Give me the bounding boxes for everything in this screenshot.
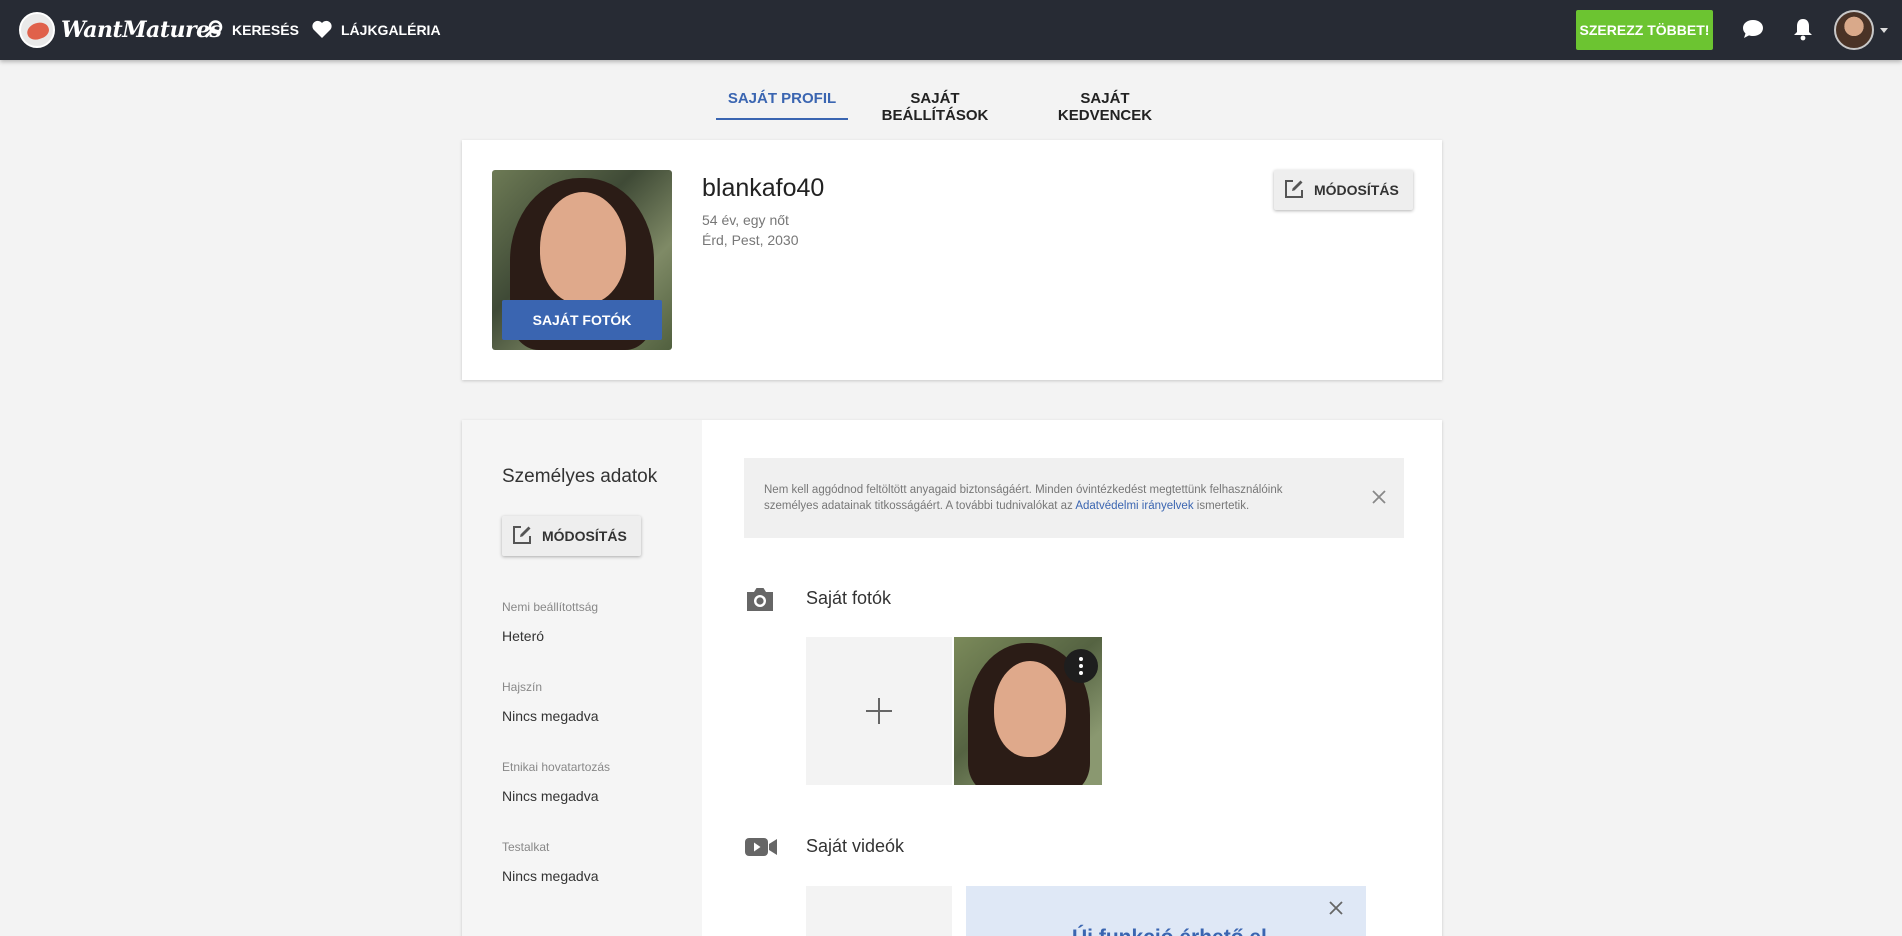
privacy-policy-link[interactable]: Adatvédelmi irányelvek bbox=[1075, 500, 1193, 512]
nav-like-gallery-label: LÁJKGALÉRIA bbox=[341, 22, 441, 38]
nav-search-label: KERESÉS bbox=[232, 22, 299, 38]
logo-mark-icon bbox=[19, 12, 55, 48]
profile-photo[interactable]: SAJÁT FOTÓK bbox=[492, 170, 672, 350]
new-feature-promo-text: Új funkció érhető el bbox=[1072, 926, 1267, 936]
bell-icon[interactable] bbox=[1790, 16, 1816, 42]
field-label-ethnicity: Etnikai hovatartozás bbox=[502, 760, 611, 774]
field-label-orientation: Nemi beállítottság bbox=[502, 600, 599, 614]
edit-personal-data-button[interactable]: MÓDOSÍTÁS bbox=[502, 516, 641, 556]
logo-text: WantMatures bbox=[61, 17, 222, 43]
edit-icon bbox=[1284, 179, 1304, 202]
tab-my-settings[interactable]: SAJÁT BEÁLLÍTÁSOK bbox=[862, 90, 1008, 124]
profile-card: SAJÁT FOTÓK blankafo40 54 év, egy nőt Ér… bbox=[462, 140, 1442, 380]
personal-data-sidebar: Személyes adatok MÓDOSÍTÁS Nemi beállíto… bbox=[462, 420, 702, 936]
get-more-button[interactable]: SZEREZZ TÖBBET! bbox=[1576, 10, 1713, 50]
profile-age-seeking: 54 év, egy nőt bbox=[702, 212, 789, 228]
plus-icon bbox=[866, 698, 892, 724]
site-logo[interactable]: WantMatures bbox=[19, 12, 222, 48]
add-photo-tile[interactable] bbox=[806, 637, 952, 785]
add-video-tile[interactable] bbox=[806, 886, 952, 936]
edit-icon bbox=[512, 525, 532, 548]
privacy-notice: Nem kell aggódnod feltöltött anyagaid bi… bbox=[744, 458, 1404, 538]
edit-profile-label: MÓDOSÍTÁS bbox=[1314, 182, 1399, 198]
close-icon[interactable] bbox=[1368, 486, 1390, 508]
heart-icon bbox=[311, 19, 333, 42]
my-photos-section-title: Saját fotók bbox=[806, 588, 892, 608]
user-avatar[interactable] bbox=[1834, 10, 1874, 50]
personal-data-title: Személyes adatok bbox=[502, 466, 658, 487]
new-feature-promo: Új funkció érhető el bbox=[966, 886, 1366, 936]
camera-icon bbox=[744, 585, 776, 613]
chevron-down-icon[interactable] bbox=[1880, 28, 1888, 33]
close-icon[interactable] bbox=[1328, 900, 1348, 920]
photo-menu-icon[interactable] bbox=[1064, 649, 1098, 683]
video-camera-icon bbox=[744, 834, 777, 862]
field-value-hair-color: Nincs megadva bbox=[502, 708, 599, 724]
nav-search-link[interactable]: KERESÉS bbox=[204, 19, 299, 41]
profile-username: blankafo40 bbox=[702, 174, 825, 202]
edit-profile-button[interactable]: MÓDOSÍTÁS bbox=[1274, 170, 1413, 210]
uploaded-photo-thumbnail[interactable] bbox=[954, 637, 1102, 785]
field-value-ethnicity: Nincs megadva bbox=[502, 788, 599, 804]
search-icon bbox=[204, 19, 224, 42]
my-photos-button[interactable]: SAJÁT FOTÓK bbox=[502, 300, 662, 340]
field-value-body-type: Nincs megadva bbox=[502, 868, 599, 884]
field-value-orientation: Heteró bbox=[502, 628, 545, 644]
tab-my-profile[interactable]: SAJÁT PROFIL bbox=[716, 90, 848, 120]
tab-my-favorites[interactable]: SAJÁT KEDVENCEK bbox=[1032, 90, 1178, 124]
chat-bubble-icon[interactable] bbox=[1740, 16, 1766, 42]
details-card: Személyes adatok MÓDOSÍTÁS Nemi beállíto… bbox=[462, 420, 1442, 936]
edit-personal-data-label: MÓDOSÍTÁS bbox=[542, 528, 627, 544]
field-label-hair-color: Hajszín bbox=[502, 680, 543, 694]
field-label-body-type: Testalkat bbox=[502, 840, 550, 854]
nav-like-gallery-link[interactable]: LÁJKGALÉRIA bbox=[311, 19, 441, 41]
privacy-notice-text-end: ismertetik. bbox=[1193, 500, 1250, 512]
top-navigation-bar: WantMatures KERESÉS LÁJKGALÉRIA SZEREZZ … bbox=[0, 0, 1902, 60]
profile-location: Érd, Pest, 2030 bbox=[702, 232, 799, 248]
my-videos-section-title: Saját videók bbox=[806, 836, 905, 856]
